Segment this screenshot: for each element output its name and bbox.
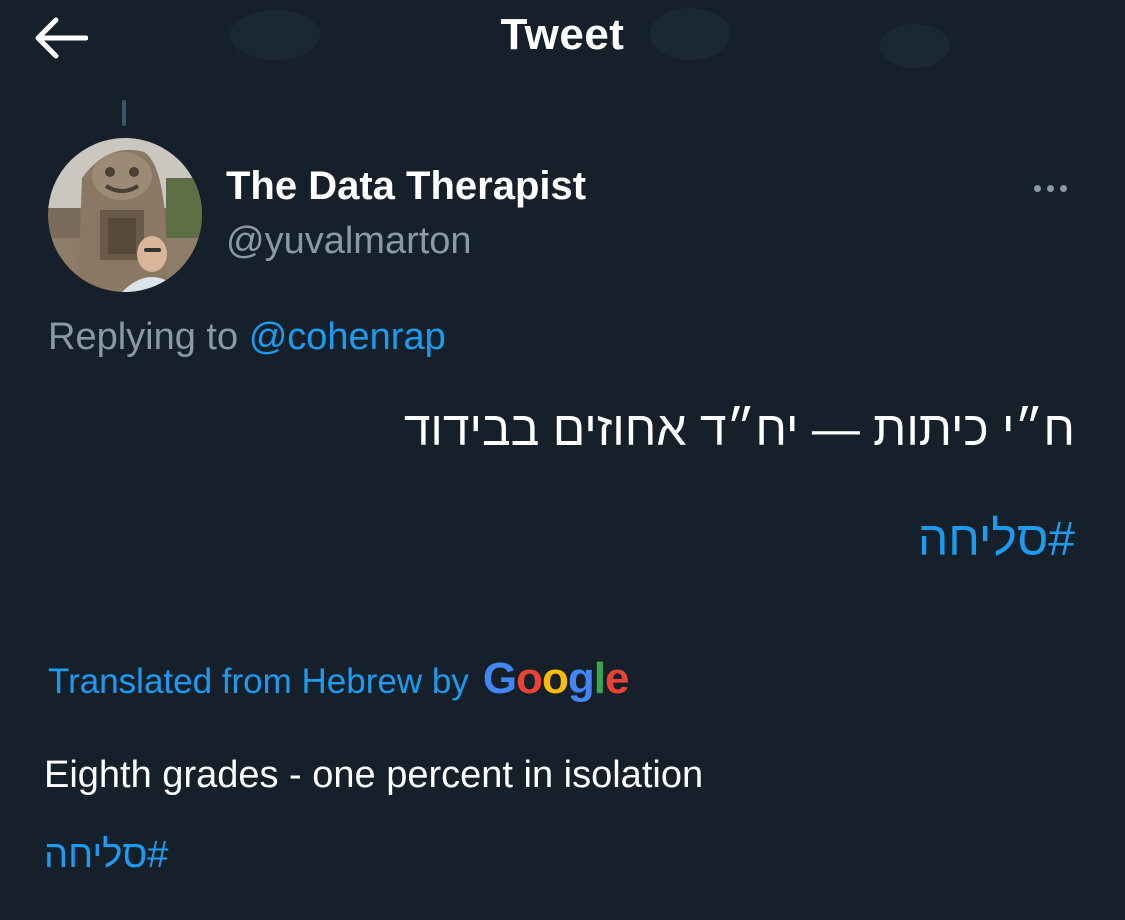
replying-to-label: Replying to	[48, 316, 239, 358]
tweet-text: ח״י כיתות — יח״ד אחוזים בבידוד	[403, 403, 1075, 456]
hashtag-link[interactable]: #סליחה	[918, 512, 1075, 567]
translated-text: Eighth grades - one percent in isolation	[44, 754, 704, 796]
more-horizontal-icon	[1059, 184, 1067, 192]
more-horizontal-icon	[1033, 184, 1041, 192]
translation-label: Translated from Hebrew by	[48, 662, 469, 701]
thread-connector	[122, 100, 126, 126]
translation-attribution[interactable]: Translated from Hebrew by Google	[48, 654, 630, 704]
replying-to-line: Replying to @cohenrap	[48, 316, 446, 359]
google-logo: Google	[482, 654, 630, 703]
translated-hashtag-link[interactable]: #סליחה	[44, 834, 168, 877]
page-title: Tweet	[500, 10, 625, 59]
more-options-button[interactable]	[1020, 168, 1080, 208]
top-bar: Tweet	[0, 0, 1125, 80]
mention-link[interactable]: @cohenrap	[249, 316, 446, 358]
avatar[interactable]	[48, 138, 202, 292]
author-handle[interactable]: @yuvalmarton	[226, 220, 472, 263]
author-display-name[interactable]: The Data Therapist	[226, 164, 586, 209]
more-horizontal-icon	[1046, 184, 1054, 192]
